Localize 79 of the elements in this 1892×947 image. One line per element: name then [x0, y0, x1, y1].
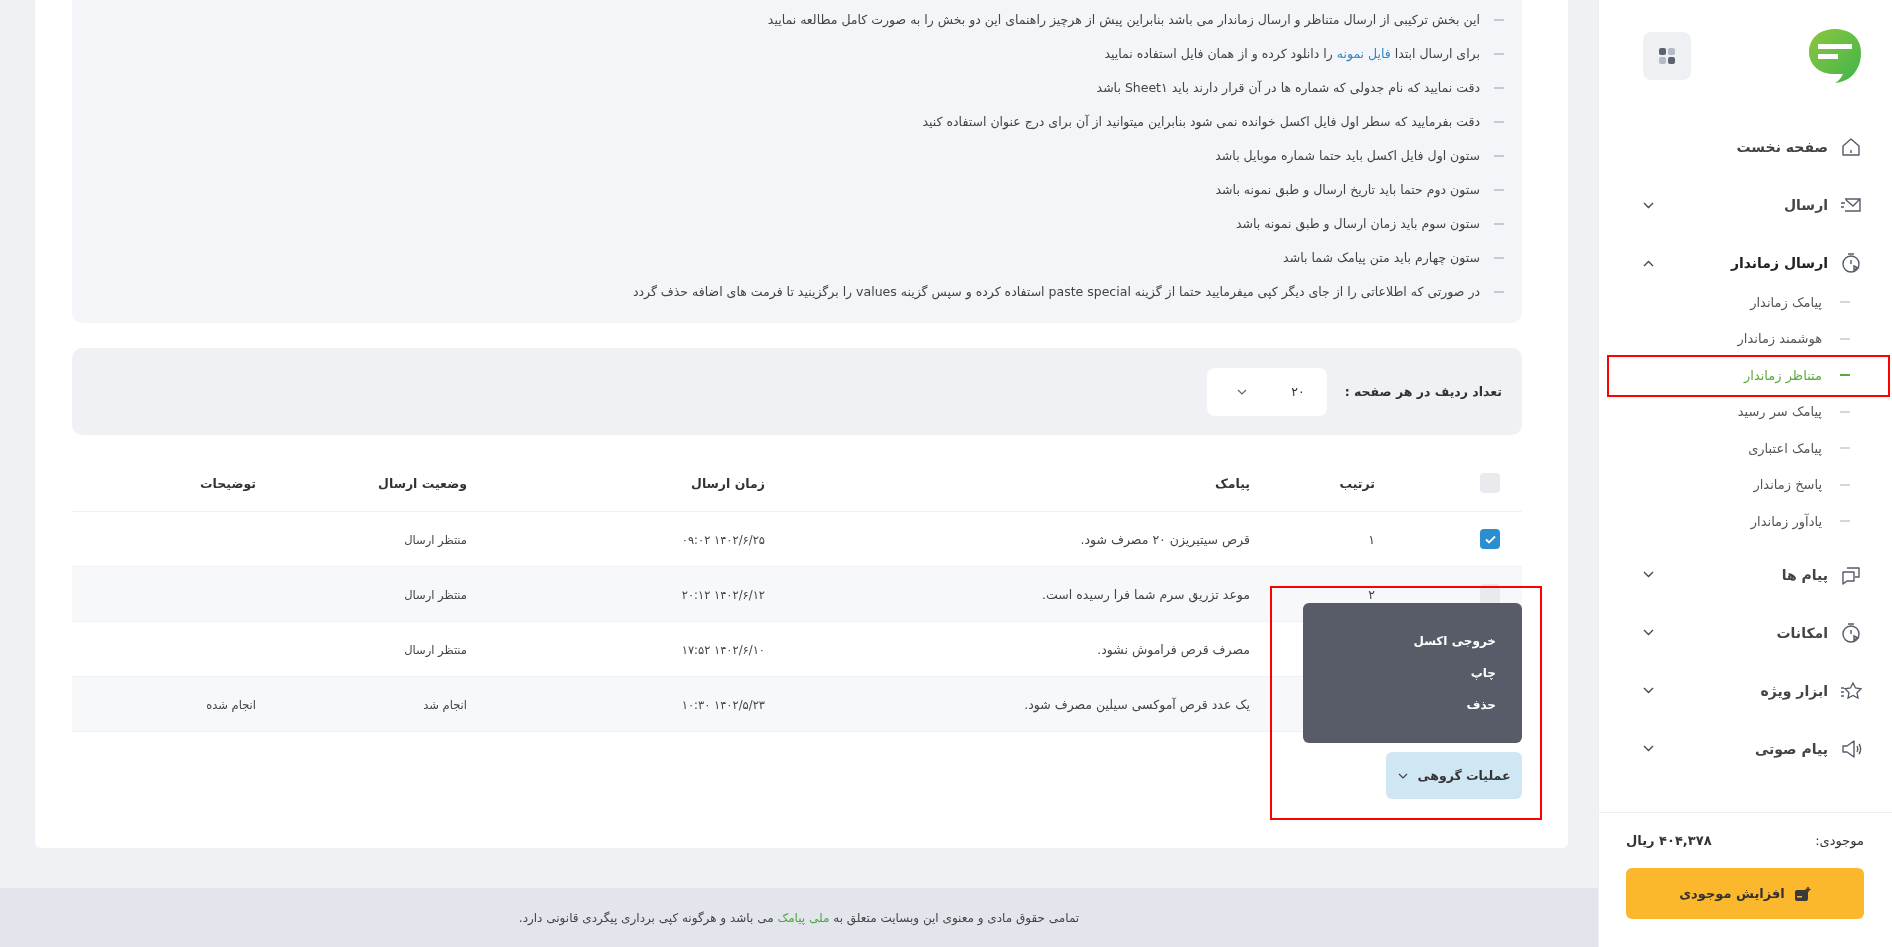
chevron-down-icon — [1236, 388, 1247, 395]
table-cell: ۱۴۰۲/۶/۱۰ ۱۷:۵۲ — [681, 642, 765, 657]
guideline-text: در صورتی که اطلاعاتی را از جای دیگر کپی میفرمایید حتما از گزینه paste special استفاده کرده و سپس گزینه values را برگزینید تا فرمت های اضافه حذف گردد — [632, 284, 1480, 299]
bulk-actions-button[interactable]: عملیات گروهی — [1386, 752, 1522, 799]
rows-per-page-label: تعداد ردیف در هر صفحه : — [1344, 384, 1502, 399]
chevron-down-icon — [1643, 629, 1654, 636]
guideline-text: دقت بفرمایید که سطر اول فایل اکسل خوانده نمی شود بنابراین میتوانید از آن برای درج عنوان استفاده کنید — [922, 114, 1480, 129]
dash-icon — [1494, 188, 1504, 191]
table-cell: ۱۴۰۲/۶/۲۵ ۰۹:۰۲ — [681, 532, 765, 547]
dash-icon — [1494, 222, 1504, 225]
table-cell: منتظر ارسال — [404, 532, 467, 547]
sidebar-item[interactable]: ارسال — [1643, 176, 1862, 234]
sidebar-item[interactable]: پیام ها — [1643, 545, 1862, 604]
dash-icon — [1494, 52, 1504, 55]
chevron-down-icon — [1643, 201, 1654, 209]
submenu-item[interactable]: یادآور زماندار — [1643, 503, 1862, 540]
dash-icon — [1494, 120, 1504, 123]
wallet-icon — [1794, 886, 1811, 901]
stopwatch-icon — [1840, 621, 1862, 644]
speaker-icon — [1840, 737, 1862, 760]
menu-item[interactable]: چاپ — [1329, 666, 1496, 680]
sidebar-item[interactable]: پیام صوتی — [1643, 719, 1862, 778]
chevron-down-icon — [1643, 571, 1654, 578]
submenu-item[interactable]: پیامک اعتباری — [1643, 430, 1862, 467]
top-up-button[interactable]: افزایش موجودی — [1626, 868, 1864, 919]
guideline-text: ستون اول فایل اکسل باید حتما شماره موبایل باشد — [1215, 148, 1480, 163]
sample-file-link[interactable]: فایل نمونه — [1336, 46, 1391, 61]
column-header: پیامک — [1214, 475, 1250, 491]
table-cell: منتظر ارسال — [404, 642, 467, 657]
chat-bubble-logo-icon — [1808, 28, 1862, 84]
chevron-down-icon — [1643, 745, 1654, 752]
column-header: ترتیب — [1339, 475, 1375, 491]
rows-per-page-select[interactable]: ۲۰ — [1206, 367, 1327, 416]
column-header: توضیحات — [200, 475, 256, 491]
guideline-text: ستون سوم باید زمان ارسال و طبق نمونه باشد — [1235, 216, 1480, 231]
dash-icon — [1494, 290, 1504, 293]
grid-icon — [1659, 48, 1675, 64]
balance-label: موجودی: — [1815, 833, 1864, 848]
chevron-up-icon — [1643, 259, 1654, 267]
copyright-text: تمامی حقوق مادی و معنوی این وبسایت متعلق به ملی پیامک می باشد و هرگونه کپی برداری پیگردی قانونی دارد. — [518, 910, 1080, 925]
table-cell: قرص سیتیریزن ۲۰ مصرف شود. — [1080, 531, 1250, 547]
home-icon — [1840, 136, 1862, 158]
table-cell: ۱ — [1368, 531, 1375, 547]
guideline-text: این بخش ترکیبی از ارسال متناظر و ارسال زماندار می باشد بنابراین پیش از هرچیز راهنمای این دو بخش را به صورت کامل مطالعه نمایید — [767, 12, 1480, 27]
sidebar-item[interactable]: صفحه نخست — [1643, 118, 1862, 176]
submenu-item[interactable]: پاسخ زماندار — [1643, 466, 1862, 503]
table-cell: ۲ — [1368, 586, 1375, 602]
table-cell: ۱۴۰۲/۵/۲۳ ۱۰:۳۰ — [681, 697, 765, 712]
dash-icon — [1494, 18, 1504, 21]
row-checkbox[interactable] — [1480, 529, 1500, 549]
chevron-down-icon — [1397, 772, 1408, 779]
row-checkbox[interactable] — [1480, 584, 1500, 604]
column-header: وضعیت ارسال — [378, 475, 467, 491]
table-cell: موعد تزریق سرم شما فرا رسیده است. — [1042, 586, 1250, 602]
table-cell: منتظر ارسال — [404, 587, 467, 602]
chevron-down-icon — [1643, 687, 1654, 694]
menu-item[interactable]: حذف — [1329, 698, 1496, 712]
checkmark-icon — [1484, 534, 1496, 544]
guideline-text: دقت نمایید که نام جدولی که شماره ها در آن قرار دارند باید Sheet۱ باشد — [1096, 80, 1480, 95]
stopwatch-icon — [1840, 252, 1862, 274]
balance-amount: ۴۰۴,۳۷۸ ریال — [1626, 833, 1712, 848]
apps-grid-button[interactable] — [1643, 32, 1691, 80]
table-cell: انجام شده — [206, 697, 256, 712]
table-cell: مصرف قرص فراموش نشود. — [1097, 641, 1250, 657]
guideline-text: برای ارسال ابتدا فایل نمونه را دانلود کرده و از همان فایل استفاده نمایید — [1104, 46, 1480, 61]
sidebar-item[interactable]: ابزار ویژه — [1643, 661, 1862, 720]
guideline-text: ستون دوم حتما باید تاریخ ارسال و طبق نمونه باشد — [1215, 182, 1480, 197]
table-cell: یک عدد قرص آموکسی سیلین مصرف شود. — [1024, 696, 1250, 712]
table-cell: ۱۴۰۲/۶/۱۲ ۲۰:۱۲ — [681, 587, 765, 602]
column-header: زمان ارسال — [691, 475, 765, 491]
submenu-item[interactable]: پیامک سر رسید — [1643, 393, 1862, 430]
dash-icon — [1494, 256, 1504, 259]
submenu-item[interactable]: هوشمند زماندار — [1643, 320, 1862, 357]
menu-item[interactable]: خروجی اکسل — [1329, 634, 1496, 648]
dash-icon — [1494, 154, 1504, 157]
table-cell: انجام شد — [423, 697, 467, 712]
dash-icon — [1494, 86, 1504, 89]
sidebar-item[interactable]: امکانات — [1643, 603, 1862, 662]
guideline-text: ستون چهارم باید متن پیامک شما باشد — [1283, 250, 1480, 265]
